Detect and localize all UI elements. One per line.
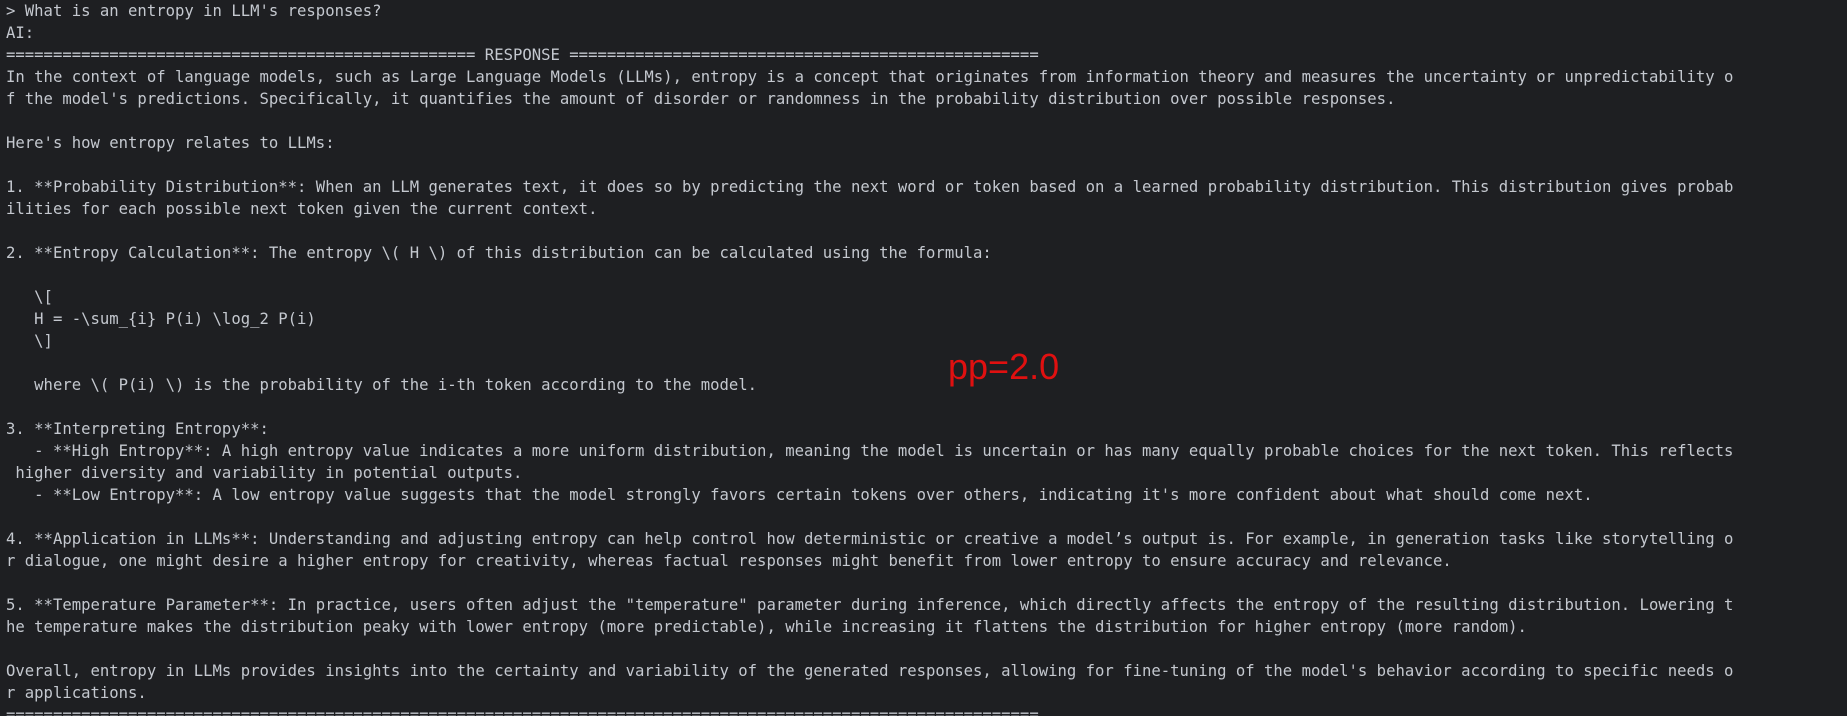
terminal-line: higher diversity and variability in pote… xyxy=(6,464,523,482)
terminal-line: ilities for each possible next token giv… xyxy=(6,200,598,218)
terminal-line: In the context of language models, such … xyxy=(6,68,1734,86)
terminal-line: H = -\sum_{i} P(i) \log_2 P(i) xyxy=(6,310,316,328)
terminal-line: AI: xyxy=(6,24,35,42)
terminal-line: - **High Entropy**: A high entropy value… xyxy=(6,442,1734,460)
terminal-line: r dialogue, one might desire a higher en… xyxy=(6,552,1452,570)
terminal-output[interactable]: > What is an entropy in LLM's responses?… xyxy=(0,0,1847,716)
terminal-line: where \( P(i) \) is the probability of t… xyxy=(6,376,758,394)
terminal-line: - **Low Entropy**: A low entropy value s… xyxy=(6,486,1593,504)
terminal-line: 2. **Entropy Calculation**: The entropy … xyxy=(6,244,992,262)
terminal-line: 4. **Application in LLMs**: Understandin… xyxy=(6,530,1734,548)
pp-annotation: pp=2.0 xyxy=(948,346,1060,387)
terminal-line: r applications. xyxy=(6,684,147,702)
terminal-line: 5. **Temperature Parameter**: In practic… xyxy=(6,596,1734,614)
terminal-line: Overall, entropy in LLMs provides insigh… xyxy=(6,662,1734,680)
terminal-line: 3. **Interpreting Entropy**: xyxy=(6,420,269,438)
terminal-line: \] xyxy=(6,332,53,350)
terminal-line: ========================================… xyxy=(6,46,1039,64)
terminal-line: ========================================… xyxy=(6,706,1039,716)
terminal-line: > What is an entropy in LLM's responses? xyxy=(6,2,382,20)
terminal-line: Here's how entropy relates to LLMs: xyxy=(6,134,335,152)
terminal-line: f the model's predictions. Specifically,… xyxy=(6,90,1396,108)
terminal-line: 1. **Probability Distribution**: When an… xyxy=(6,178,1734,196)
terminal-line: \[ xyxy=(6,288,53,306)
terminal-line: he temperature makes the distribution pe… xyxy=(6,618,1527,636)
